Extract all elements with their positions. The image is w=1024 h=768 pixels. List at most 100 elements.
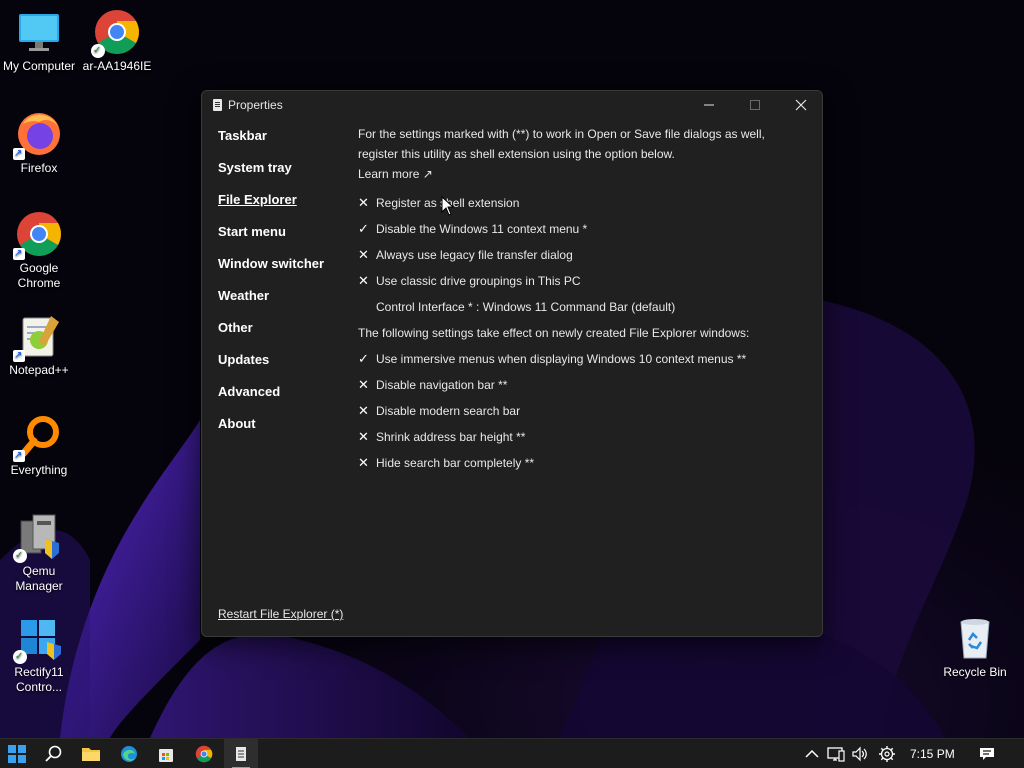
option-label: Control Interface * : Windows 11 Command… — [376, 300, 676, 314]
desktop-icon-label: Recycle Bin — [943, 665, 1007, 679]
maximize-icon — [750, 100, 760, 110]
desktop-icon-label: ar-AA1946IE — [82, 59, 152, 73]
option-control-interface-dropdown[interactable]: Control Interface * : Windows 11 Command… — [358, 294, 808, 320]
option-register-shell-extension[interactable]: ✕ Register as shell extension — [358, 190, 808, 216]
chrome-icon — [91, 8, 141, 58]
option-legacy-file-transfer-dialog[interactable]: ✕ Always use legacy file transfer dialog — [358, 242, 808, 268]
tray-network[interactable] — [826, 744, 846, 764]
edge-icon — [121, 746, 137, 762]
option-classic-drive-groupings[interactable]: ✕ Use classic drive groupings in This PC — [358, 268, 808, 294]
shortcut-arrow-icon — [13, 146, 25, 161]
settings-icon — [879, 746, 895, 762]
tray-volume[interactable] — [850, 744, 870, 764]
checkbox-mark: ✓ — [358, 221, 369, 236]
option-hide-search-bar[interactable]: ✕ Hide search bar completely ** — [358, 450, 808, 476]
option-disable-win11-context-menu[interactable]: ✓ Disable the Windows 11 context menu * — [358, 216, 808, 242]
close-button[interactable] — [778, 91, 822, 119]
start-button[interactable] — [0, 739, 34, 768]
desktop-icon-everything[interactable]: Everything — [0, 412, 78, 478]
desktop-icon-label: Everything — [10, 463, 68, 477]
mouse-cursor-icon — [441, 196, 455, 216]
desktop-icon-label: Qemu Manager — [15, 564, 63, 593]
qemu-manager-icon — [13, 513, 63, 563]
tray-overflow-button[interactable] — [802, 744, 822, 764]
desktop-icon-rectify11-control[interactable]: Rectify11 Contro... — [0, 614, 78, 695]
nav-item-start-menu[interactable]: Start menu — [218, 223, 324, 255]
windows-icon — [13, 614, 63, 664]
search-icon — [13, 412, 63, 463]
file-explorer-icon — [82, 748, 100, 761]
taskbar-properties-app[interactable] — [224, 739, 258, 768]
desktop-icon-notepad-plus-plus[interactable]: Notepad++ — [0, 312, 78, 378]
window-title: Properties — [228, 98, 283, 112]
nav-item-taskbar[interactable]: Taskbar — [218, 127, 324, 159]
restart-file-explorer-link[interactable]: Restart File Explorer (*) — [218, 607, 343, 621]
checkbox-mark: ✕ — [358, 429, 369, 444]
network-icon — [827, 747, 845, 762]
taskbar-search-button[interactable] — [37, 739, 71, 768]
chrome-icon — [195, 745, 213, 763]
learn-more-link[interactable]: Learn more ↗ — [358, 164, 808, 184]
nav-item-updates[interactable]: Updates — [218, 351, 324, 383]
notification-center-button[interactable] — [977, 744, 997, 764]
nav-item-other[interactable]: Other — [218, 319, 324, 351]
nav-item-about[interactable]: About — [218, 415, 324, 447]
checkbox-mark: ✕ — [358, 247, 369, 262]
option-label: Always use legacy file transfer dialog — [376, 248, 573, 262]
option-label: Disable modern search bar — [376, 404, 521, 418]
desktop-icon-google-chrome[interactable]: Google Chrome — [0, 210, 78, 291]
properties-app-icon — [236, 747, 246, 761]
option-label: Use classic drive groupings in This PC — [376, 274, 581, 288]
option-label: Disable the Windows 11 context menu * — [376, 222, 588, 236]
title-bar[interactable]: Properties — [202, 91, 822, 119]
desktop-icon-label: Rectify11 Contro... — [14, 665, 64, 694]
option-immersive-menus[interactable]: ✓ Use immersive menus when displaying Wi… — [358, 346, 808, 372]
option-shrink-address-bar[interactable]: ✕ Shrink address bar height ** — [358, 424, 808, 450]
minimize-button[interactable] — [686, 91, 732, 119]
chrome-icon — [13, 210, 63, 261]
desktop-icon-my-computer[interactable]: My Computer — [0, 8, 78, 74]
option-disable-navigation-bar[interactable]: ✕ Disable navigation bar ** — [358, 372, 808, 398]
nav-item-advanced[interactable]: Advanced — [218, 383, 324, 415]
shortcut-arrow-icon — [13, 246, 25, 261]
desktop-icon-label: Google Chrome — [17, 261, 61, 290]
nav-item-system-tray[interactable]: System tray — [218, 159, 324, 191]
chevron-up-icon — [805, 749, 819, 758]
checkbox-mark: ✕ — [358, 377, 369, 392]
search-icon — [45, 745, 62, 762]
intro-text: For the settings marked with (**) to wor… — [358, 127, 765, 161]
nav-item-weather[interactable]: Weather — [218, 287, 324, 319]
tray-settings[interactable] — [877, 744, 897, 764]
notepad-plus-plus-icon — [13, 312, 63, 363]
section-label: The following settings take effect on ne… — [358, 326, 750, 340]
synced-badge-icon — [13, 548, 27, 563]
recycle-bin-icon — [951, 614, 999, 662]
shortcut-arrow-icon — [13, 348, 25, 363]
taskbar-edge[interactable] — [112, 739, 146, 768]
checkbox-mark: ✕ — [358, 403, 369, 418]
maximize-button[interactable] — [732, 91, 778, 119]
option-label: Use immersive menus when displaying Wind… — [376, 352, 747, 366]
taskbar-file-explorer[interactable] — [74, 739, 108, 768]
option-label: Shrink address bar height ** — [376, 430, 526, 444]
option-disable-modern-search-bar[interactable]: ✕ Disable modern search bar — [358, 398, 808, 424]
start-icon — [8, 745, 26, 763]
properties-window: Properties Taskbar System tray File Expl… — [201, 90, 823, 637]
checkbox-mark: ✕ — [358, 455, 369, 470]
desktop-icon-label: My Computer — [2, 59, 76, 73]
nav-item-window-switcher[interactable]: Window switcher — [218, 255, 324, 287]
desktop-icon-recycle-bin[interactable]: Recycle Bin — [936, 614, 1014, 680]
option-label: Disable navigation bar ** — [376, 378, 508, 392]
desktop-icon-ar-aa1946ie[interactable]: ar-AA1946IE — [78, 8, 156, 74]
notification-icon — [980, 748, 994, 760]
taskbar-chrome[interactable] — [187, 739, 221, 768]
taskbar-clock[interactable]: 7:15 PM — [910, 747, 955, 761]
synced-badge-icon — [91, 43, 105, 58]
desktop-icon-qemu-manager[interactable]: Qemu Manager — [0, 513, 78, 594]
monitor-icon — [15, 8, 63, 56]
desktop-icon-firefox[interactable]: Firefox — [0, 110, 78, 176]
nav-item-file-explorer[interactable]: File Explorer — [218, 191, 324, 223]
checkbox-mark: ✕ — [358, 195, 369, 210]
shortcut-arrow-icon — [13, 448, 25, 463]
taskbar-store[interactable] — [149, 739, 183, 768]
